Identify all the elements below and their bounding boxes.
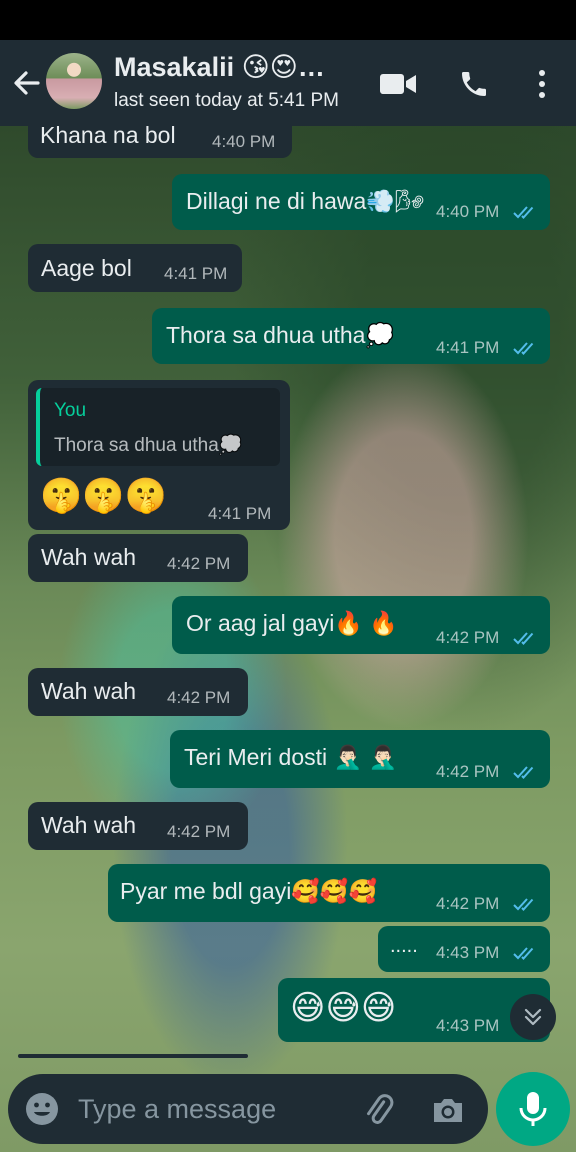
phone-icon[interactable] (454, 64, 494, 104)
message-text: Or aag jal gayi🔥 🔥 (186, 610, 398, 636)
double-check-icon (513, 206, 534, 219)
message-composer (8, 1074, 488, 1144)
status-bar (0, 0, 576, 40)
double-check-icon (513, 342, 534, 355)
message-incoming[interactable]: Wah wah 4:42 PM (28, 802, 248, 850)
message-text: Pyar me bdl gayi🥰🥰🥰 (120, 878, 378, 904)
message-time: 4:42 PM (436, 628, 500, 647)
mic-icon[interactable] (496, 1072, 570, 1146)
quoted-author: You (54, 400, 87, 421)
message-incoming[interactable]: Khana na bol 4:40 PM (28, 126, 292, 158)
message-time: 4:42 PM (167, 822, 231, 841)
more-vert-icon[interactable] (522, 64, 562, 104)
message-text: ..... (390, 935, 418, 957)
emoji-icon[interactable] (24, 1091, 60, 1127)
message-outgoing[interactable]: Pyar me bdl gayi🥰🥰🥰 4:42 PM (108, 864, 550, 922)
double-check-icon (513, 898, 534, 911)
message-time: 4:42 PM (167, 554, 231, 573)
quoted-message[interactable]: You Thora sa dhua utha💭 (36, 388, 280, 466)
message-text: 🤫🤫🤫 (40, 477, 168, 515)
message-text: Dillagi ne di hawa💨🌬 (186, 188, 425, 214)
video-call-icon[interactable] (378, 64, 418, 104)
message-time: 4:41 PM (164, 264, 228, 283)
double-check-icon (513, 947, 534, 960)
message-time: 4:42 PM (436, 762, 500, 781)
message-time: 4:40 PM (212, 132, 276, 151)
message-text: Khana na bol (40, 126, 176, 148)
paperclip-icon[interactable] (358, 1090, 398, 1130)
chevrons-down-icon[interactable] (510, 994, 556, 1040)
message-text: Aage bol (41, 255, 132, 281)
message-time: 4:40 PM (436, 202, 500, 221)
contact-avatar[interactable] (46, 53, 102, 109)
message-outgoing[interactable]: Dillagi ne di hawa💨🌬 4:40 PM (172, 174, 550, 230)
message-text: Teri Meri dosti 🤦🏻‍♂️ 🤦🏻‍♂️ (184, 744, 398, 770)
message-time: 4:41 PM (208, 504, 272, 523)
message-text: Wah wah (41, 812, 137, 838)
divider (18, 1054, 248, 1058)
camera-icon[interactable] (428, 1090, 468, 1130)
message-time: 4:43 PM (436, 943, 500, 962)
chat-area[interactable]: Khana na bol 4:40 PM Dillagi ne di hawa💨… (0, 126, 576, 1152)
quoted-text: Thora sa dhua utha💭 (54, 435, 243, 456)
message-time: 4:42 PM (167, 688, 231, 707)
message-text: Wah wah (41, 544, 137, 570)
message-outgoing[interactable]: Or aag jal gayi🔥 🔥 4:42 PM (172, 596, 550, 654)
message-outgoing[interactable]: Teri Meri dosti 🤦🏻‍♂️ 🤦🏻‍♂️ 4:42 PM (170, 730, 550, 788)
arrow-left-icon[interactable] (10, 66, 44, 100)
message-outgoing[interactable]: 😅😅😅 4:43 PM (278, 978, 550, 1042)
message-time: 4:42 PM (436, 894, 500, 913)
message-input[interactable] (78, 1088, 348, 1130)
message-text: Wah wah (41, 678, 137, 704)
message-incoming[interactable]: Aage bol 4:41 PM (28, 244, 242, 292)
message-outgoing[interactable]: Thora sa dhua utha💭 4:41 PM (152, 308, 550, 364)
message-incoming[interactable]: Wah wah 4:42 PM (28, 668, 248, 716)
message-time: 4:41 PM (436, 338, 500, 357)
message-text: 😅😅😅 (290, 989, 397, 1027)
last-seen-status: last seen today at 5:41 PM (114, 90, 339, 111)
message-time: 4:43 PM (436, 1016, 500, 1035)
chat-header: Masakalii 😘😍… last seen today at 5:41 PM (0, 40, 576, 126)
message-text: Thora sa dhua utha💭 (166, 322, 395, 348)
contact-name[interactable]: Masakalii 😘😍… (114, 52, 325, 83)
message-incoming-reply[interactable]: You Thora sa dhua utha💭 🤫🤫🤫 4:41 PM (28, 380, 290, 530)
message-outgoing[interactable]: ..... 4:43 PM (378, 926, 550, 972)
message-incoming[interactable]: Wah wah 4:42 PM (28, 534, 248, 582)
double-check-icon (513, 766, 534, 779)
double-check-icon (513, 632, 534, 645)
